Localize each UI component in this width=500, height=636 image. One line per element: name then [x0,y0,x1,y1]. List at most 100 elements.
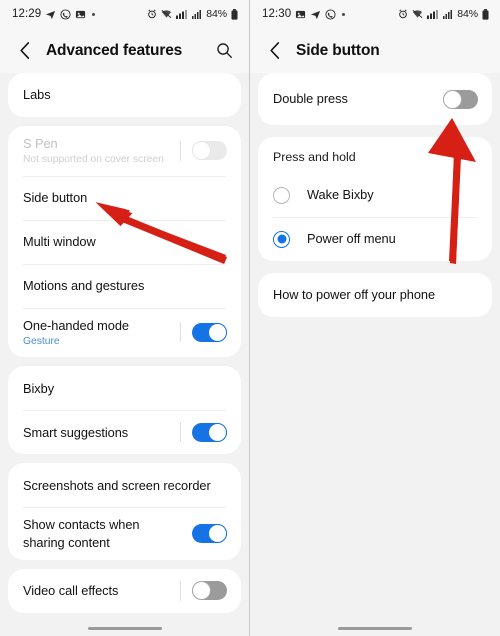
page-title: Advanced features [46,41,183,59]
toggle-wrap [168,580,227,601]
list-item-how-to-power-off[interactable]: How to power off your phone [258,273,492,317]
list-item-label: Bixby [23,380,55,396]
gesture-pill[interactable] [338,626,412,630]
list-item-double-press[interactable]: Double press [258,73,492,125]
advanced-features-screen: 12:29 84% Advanced features Labs S Pen N… [0,0,250,636]
network-icon [427,9,439,19]
status-bar-right-group: 84% [147,8,238,20]
list-item-sublabel: Not supported on cover screen [23,154,164,166]
status-bar-left-group: 12:30 [262,8,346,20]
whatsapp-icon [60,8,71,20]
press-and-hold-section: Press and hold Wake Bixby Power off menu [258,137,492,261]
list-item-show-contacts-when-sharing-content[interactable]: Show contacts when sharing content [8,507,241,560]
gallery-icon [295,9,306,20]
radio-option-label: Wake Bixby [307,187,374,203]
list-item-label: Double press [273,91,348,107]
list-item-multi-window[interactable]: Multi window [8,219,241,264]
gallery-icon [75,9,86,20]
alarm-icon [147,9,157,19]
row-texts: Multi window [23,233,227,250]
row-texts: Show contacts when sharing content [23,516,180,551]
divider [180,322,181,343]
list-item-label: How to power off your phone [273,287,436,303]
list-item-side-button[interactable]: Side button [8,175,241,220]
search-icon[interactable] [213,40,235,62]
toggle-wrap [180,524,227,544]
dot-indicator-icon [342,12,346,16]
row-texts: Motions and gestures [23,277,227,294]
list-item-label: Side button [23,190,88,205]
bixby-section: Bixby Smart suggestions [8,366,241,455]
wifi-icon [412,9,423,19]
wifi-icon [161,9,172,19]
row-texts: Video call effects [23,582,168,599]
radio-option-wake-bixby[interactable]: Wake Bixby [258,173,492,217]
app-bar-left: Advanced features [0,28,249,73]
toggle-knob [208,322,227,342]
row-texts: Bixby [23,380,227,397]
row-texts: S Pen Not supported on cover screen [23,135,168,167]
toggle-knob [208,524,227,544]
row-texts: Screenshots and screen recorder [23,477,227,494]
dot-indicator-icon [92,12,96,16]
row-texts: Power off menu [307,230,478,247]
list-item-label: Video call effects [23,583,119,599]
double-press-section: Double press [258,73,492,125]
list-item-video-call-effects[interactable]: Video call effects [8,569,241,613]
radio-button[interactable] [273,230,290,248]
battery-icon [231,8,238,20]
row-texts: Smart suggestions [23,424,168,441]
toggle-wrap [168,140,227,161]
telegram-icon [45,9,56,20]
gesture-bar-right [250,626,500,630]
double-press-toggle[interactable] [443,89,478,109]
telegram-icon [310,9,321,20]
video-call-effects-toggle[interactable] [192,581,227,601]
list-item-bixby[interactable]: Bixby [8,366,241,410]
list-item-label: Show contacts when sharing content [23,517,140,550]
list-item-labs[interactable]: Labs [8,73,241,117]
radio-button[interactable] [273,186,290,204]
battery-percent: 84% [457,8,478,20]
row-texts: Wake Bixby [307,186,478,203]
list-item-sublabel: Gesture [23,335,60,347]
labs-section: Labs [8,73,241,117]
toggle-knob [192,581,211,601]
one-handed-mode-toggle[interactable] [192,322,227,342]
toggle-wrap [168,422,227,443]
row-texts: How to power off your phone [273,286,478,303]
toggle-wrap [168,322,227,343]
list-item-smart-suggestions[interactable]: Smart suggestions [8,410,241,454]
list-item-one-handed-mode[interactable]: One-handed mode Gesture [8,307,241,358]
list-item-label: Multi window [23,234,96,249]
show-contacts-toggle[interactable] [192,524,227,544]
gesture-pill[interactable] [87,626,162,630]
signal-icon [443,9,453,19]
back-button[interactable] [263,40,285,62]
pen-and-buttons-section: S Pen Not supported on cover screen Side… [8,126,241,358]
signal-icon [192,9,202,19]
list-item-s-pen: S Pen Not supported on cover screen [8,126,241,176]
list-item-label: Smart suggestions [23,424,129,440]
row-texts: One-handed mode Gesture [23,317,168,349]
list-item-label: Screenshots and screen recorder [23,477,211,493]
help-section: How to power off your phone [258,273,492,317]
page-title: Side button [296,41,380,59]
divider [180,140,181,161]
back-button[interactable] [13,40,35,62]
divider [180,422,181,443]
smart-suggestions-toggle[interactable] [192,422,227,442]
toggle-knob [192,141,211,161]
radio-option-label: Power off menu [307,231,396,247]
screenshots-section: Screenshots and screen recorder Show con… [8,463,241,560]
radio-option-power-off-menu[interactable]: Power off menu [258,217,492,261]
list-item-label: Motions and gestures [23,278,145,293]
toggle-wrap [431,89,478,109]
status-bar-right: 12:30 84% [250,0,500,28]
list-item-screenshots-and-screen-recorder[interactable]: Screenshots and screen recorder [8,463,241,507]
s-pen-toggle [192,141,227,161]
status-bar-left-group: 12:29 [12,8,96,20]
section-heading-press-and-hold: Press and hold [273,150,356,164]
list-item-motions-and-gestures[interactable]: Motions and gestures [8,263,241,308]
divider [180,580,181,601]
